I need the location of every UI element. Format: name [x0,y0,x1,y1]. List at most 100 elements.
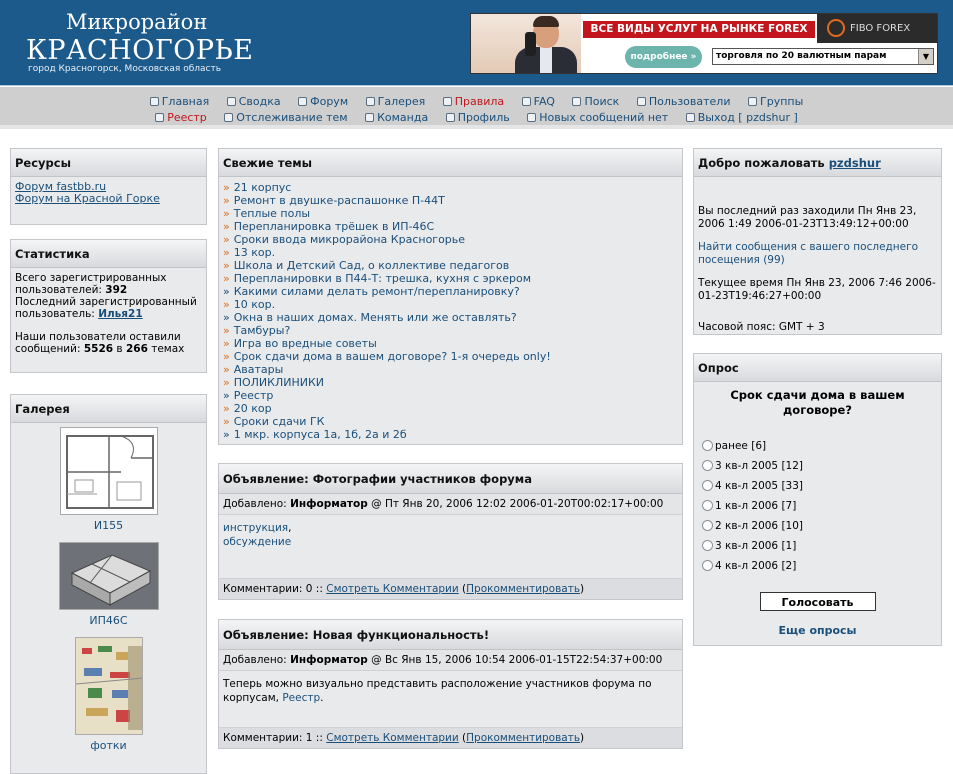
list-item[interactable]: » Перепланировки в П44-Т: трешка, кухня с… [223,272,678,285]
advert-banner[interactable]: ВСЕ ВИДЫ УСЛУГ НА РЫНКЕ FOREX подробнее … [470,13,938,74]
topic-link[interactable]: 13 кор. [234,246,275,259]
gallery-caption[interactable]: И155 [11,519,206,532]
list-item[interactable]: » Окна в наших домах. Менять или же остав… [223,311,678,324]
topic-link[interactable]: 20 кор [234,402,272,415]
gallery-item[interactable]: ИП46С [11,542,206,627]
nav-rules[interactable]: Правила [442,95,504,108]
list-item[interactable]: » Реестр [223,389,678,402]
topic-link[interactable]: Теплые полы [234,207,310,220]
topic-link[interactable]: Срок сдачи дома в вашем договоре? 1-я оч… [234,350,551,363]
topic-link[interactable]: Перепланировки в П44-Т: трешка, кухня с … [234,272,531,285]
banner-more-button[interactable]: подробнее » [625,46,702,68]
instruction-link[interactable]: инструкция [223,522,288,534]
3d-plan-thumbnail[interactable] [58,542,159,610]
nav-watched-topics[interactable]: Отслеживание тем [224,111,348,124]
list-item[interactable]: » 20 кор [223,402,678,415]
add-comment-link[interactable]: Прокомментировать [466,732,580,744]
topic-link[interactable]: Школа и Детский Сад, о коллективе педаго… [234,259,510,272]
poll-option[interactable]: 1 кв-л 2006 [7] [694,496,941,516]
radio-button[interactable] [702,440,713,451]
list-item[interactable]: » 10 кор. [223,298,678,311]
add-comment-link[interactable]: Прокомментировать [466,583,580,595]
gallery-caption[interactable]: фотки [11,739,206,752]
list-item[interactable]: » Ремонт в двушке-распашонке П-44Т [223,194,678,207]
radio-button[interactable] [702,520,713,531]
nav-users[interactable]: Пользователи [636,95,731,108]
list-item[interactable]: » ПОЛИКЛИНИКИ [223,376,678,389]
topic-link[interactable]: ПОЛИКЛИНИКИ [234,376,324,389]
poll-option[interactable]: 3 кв-л 2005 [12] [694,456,941,476]
announcement-title[interactable]: Объявление: Новая функциональность! [219,620,682,650]
gallery-item[interactable]: И155 [11,427,206,532]
topic-link[interactable]: Сроки ввода микрорайона Красногорье [234,233,465,246]
topic-link[interactable]: Перепланировка трёшек в ИП-46С [234,220,434,233]
current-user-link[interactable]: pzdshur [829,156,881,170]
topic-link[interactable]: Игра во вредные советы [234,337,377,350]
list-item[interactable]: » Сроки ввода микрорайона Красногорье [223,233,678,246]
poll-option[interactable]: ранее [6] [694,436,941,456]
topic-link[interactable]: Тамбуры? [234,324,291,337]
find-new-posts-link[interactable]: Найти сообщения с вашего последнего посе… [698,241,918,266]
site-title-big[interactable]: КРАСНОГОРЬЕ [26,35,253,66]
topic-link[interactable]: 1 мкр. корпуса 1а, 1б, 2а и 2б [234,428,407,441]
topic-link[interactable]: Ремонт в двушке-распашонке П-44Т [234,194,445,207]
nav-forum[interactable]: Форум [298,95,348,108]
nav-groups[interactable]: Группы [748,95,803,108]
topic-link[interactable]: 10 кор. [234,298,275,311]
list-item[interactable]: » 1 мкр. корпуса 1а, 1б, 2а и 2б [223,428,678,441]
list-item[interactable]: » Сроки сдачи ГК [223,415,678,428]
nav-new-messages[interactable]: Новых сообщений нет [527,111,668,124]
list-item[interactable]: » 21 корпус [223,181,678,194]
nav-logout[interactable]: Выход [ pzdshur ] [685,111,798,124]
announcement-title[interactable]: Объявление: Фотографии участников форума [219,464,682,494]
resource-link-krasnaya-gorka[interactable]: Форум на Красной Горке [15,192,160,205]
nav-profile[interactable]: Профиль [445,111,510,124]
topic-link[interactable]: 21 корпус [234,181,292,194]
poll-option[interactable]: 2 кв-л 2006 [10] [694,516,941,536]
topic-link[interactable]: Аватары [234,363,284,376]
view-comments-link[interactable]: Смотреть Комментарии [326,583,458,595]
poll-option[interactable]: 3 кв-л 2006 [1] [694,536,941,556]
topic-link[interactable]: Сроки сдачи ГК [234,415,325,428]
list-item[interactable]: » Теплые полы [223,207,678,220]
list-item[interactable]: » Срок сдачи дома в вашем договоре? 1-я о… [223,350,678,363]
topic-link[interactable]: Окна в наших домах. Менять или же оставл… [234,311,517,324]
list-item[interactable]: » Аватары [223,363,678,376]
list-item[interactable]: » Тамбуры? [223,324,678,337]
more-polls-link[interactable]: Еще опросы [694,624,941,637]
view-comments-link[interactable]: Смотреть Комментарии [326,732,458,744]
radio-button[interactable] [702,540,713,551]
site-title-small[interactable]: Микрорайон [66,10,207,34]
vote-button[interactable]: Голосовать [759,592,876,611]
nav-gallery[interactable]: Галерея [365,95,425,108]
poll-option[interactable]: 4 кв-л 2006 [2] [694,556,941,576]
list-item[interactable]: » Перепланировка трёшек в ИП-46С [223,220,678,233]
list-item[interactable]: » Школа и Детский Сад, о коллективе педаг… [223,259,678,272]
last-user-link[interactable]: Илья21 [98,308,142,320]
gallery-item[interactable]: фотки [11,637,206,752]
topic-link[interactable]: Реестр [234,389,274,402]
nav-summary[interactable]: Сводка [226,95,281,108]
banner-select[interactable]: торговля по 20 валютным парам ▼ [712,48,934,65]
radio-button[interactable] [702,560,713,571]
nav-team[interactable]: Команда [365,111,428,124]
list-item[interactable]: » Какими силами делать ремонт/перепланиро… [223,285,678,298]
poll-option[interactable]: 4 кв-л 2005 [33] [694,476,941,496]
nav-registry[interactable]: Реестр [155,111,207,124]
list-item[interactable]: » Игра во вредные советы [223,337,678,350]
nav-faq[interactable]: FAQ [521,95,555,108]
nav-search[interactable]: Поиск [572,95,619,108]
banner-brand[interactable]: FIBO FOREX [817,14,937,43]
radio-button[interactable] [702,460,713,471]
district-map-thumbnail[interactable] [74,637,143,735]
nav-home[interactable]: Главная [149,95,209,108]
dropdown-arrow-icon[interactable]: ▼ [918,49,933,64]
floor-plan-thumbnail[interactable] [59,427,158,515]
list-item[interactable]: » 13 кор. [223,246,678,259]
banner-headline[interactable]: ВСЕ ВИДЫ УСЛУГ НА РЫНКЕ FOREX [583,21,815,38]
discussion-link[interactable]: обсуждение [223,536,291,548]
gallery-caption[interactable]: ИП46С [11,614,206,627]
radio-button[interactable] [702,480,713,491]
topic-link[interactable]: Какими силами делать ремонт/перепланиров… [234,285,520,298]
registry-link[interactable]: Реестр [282,692,320,704]
